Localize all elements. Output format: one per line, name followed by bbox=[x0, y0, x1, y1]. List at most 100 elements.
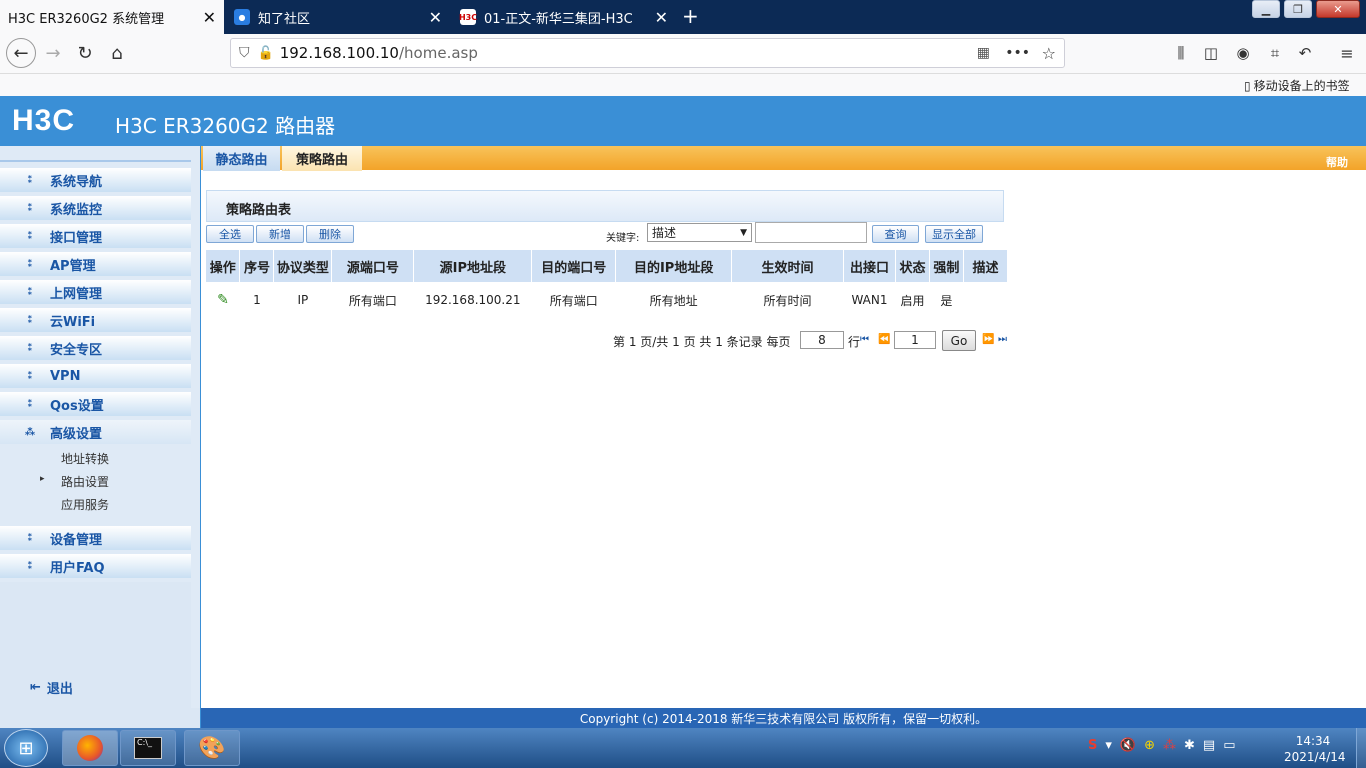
network-tray-icon[interactable]: ⁂ bbox=[1163, 738, 1176, 753]
library-icon[interactable]: ⫼ bbox=[1168, 40, 1194, 66]
bullet-icon: ⁑ bbox=[27, 532, 33, 544]
clock-date: 2021/4/14 bbox=[1284, 750, 1346, 764]
help-link[interactable]: 帮助 bbox=[1326, 154, 1348, 170]
mute-icon[interactable]: 🔇 bbox=[1120, 738, 1136, 753]
qr-code-icon[interactable]: ▦ bbox=[977, 45, 990, 61]
undo-icon[interactable]: ↶ bbox=[1292, 40, 1318, 66]
cmd-taskbar-icon[interactable]: C:\_ bbox=[120, 730, 176, 766]
cell-src-ip: 192.168.100.21 bbox=[425, 293, 521, 307]
bullet-icon: ⁑ bbox=[27, 202, 33, 214]
col-header: 描述 bbox=[963, 250, 1009, 282]
add-button[interactable]: 新增 bbox=[256, 225, 304, 243]
bullet-icon: ⁑ bbox=[27, 398, 33, 410]
close-icon[interactable]: ✕ bbox=[655, 8, 668, 27]
page-input[interactable]: 1 bbox=[894, 331, 936, 349]
per-page-input[interactable]: 8 bbox=[800, 331, 844, 349]
col-header: 源端口号 bbox=[331, 250, 415, 282]
minimize-icon[interactable]: ▁ bbox=[1252, 0, 1280, 18]
chevron-down-icon: ▼ bbox=[740, 227, 747, 238]
sidebar-item-system-monitor[interactable]: ⁑ 系统监控 bbox=[0, 196, 191, 220]
col-header: 出接口 bbox=[843, 250, 896, 282]
current-arrow-icon: ▸ bbox=[40, 474, 45, 484]
go-button[interactable]: Go bbox=[942, 330, 976, 351]
cell-time: 所有时间 bbox=[763, 293, 812, 308]
mobile-bookmarks[interactable]: ▯ 移动设备上的书签 bbox=[1244, 77, 1350, 94]
close-icon[interactable]: ✕ bbox=[203, 8, 216, 27]
policy-route-table: 操作 序号 协议类型 源端口号 源IP地址段 目的端口号 目的IP地址段 生效时… bbox=[206, 250, 1009, 318]
page-actions-icon[interactable]: ••• bbox=[1005, 45, 1030, 61]
logout-link[interactable]: ⇤ 退出 bbox=[30, 678, 73, 697]
query-button[interactable]: 查询 bbox=[872, 225, 919, 243]
browser-tab-router[interactable]: H3C ER3260G2 系统管理 ✕ bbox=[0, 0, 224, 34]
sidebar-subitem-routing[interactable]: 路由设置 bbox=[61, 473, 109, 490]
sidebar-item-internet[interactable]: ⁑ 上网管理 bbox=[0, 280, 191, 304]
col-header: 强制 bbox=[929, 250, 964, 282]
menu-icon[interactable]: ≡ bbox=[1334, 40, 1360, 66]
close-icon[interactable]: ✕ bbox=[429, 8, 442, 27]
col-header: 协议类型 bbox=[273, 250, 333, 282]
sidebar-item-ap[interactable]: ⁑ AP管理 bbox=[0, 252, 191, 276]
sidebar-item-system-nav[interactable]: ⁑ 系统导航 bbox=[0, 168, 191, 192]
start-button-icon[interactable]: ⊞ bbox=[4, 729, 48, 767]
sidebar-item-security[interactable]: ⁑ 安全专区 bbox=[0, 336, 191, 360]
url-bar[interactable]: ⛉ 🔓 192.168.100.10/home.asp ▦ ••• ☆ bbox=[230, 38, 1065, 68]
product-title: H3C ER3260G2 路由器 bbox=[115, 114, 336, 138]
delete-button[interactable]: 删除 bbox=[306, 225, 354, 243]
pagination-summary: 第 1 页/共 1 页 共 1 条记录 每页 bbox=[613, 335, 791, 349]
shield-icon[interactable]: ⛉ bbox=[239, 45, 250, 61]
browser-tab-zhiliao[interactable]: ● 知了社区 ✕ bbox=[226, 0, 450, 34]
show-desktop-button[interactable] bbox=[1356, 728, 1366, 768]
tab-title: 01-正文-新华三集团-H3C bbox=[484, 11, 633, 27]
first-page-icon[interactable]: ⏮ bbox=[860, 334, 869, 345]
forward-icon[interactable]: → bbox=[40, 40, 66, 66]
sogou-input-icon[interactable]: S bbox=[1088, 738, 1097, 753]
device-tray-icon[interactable]: ▤ bbox=[1203, 738, 1215, 753]
palette-icon: 🎨 bbox=[198, 735, 226, 761]
sidebar-item-vpn[interactable]: ⁑ VPN bbox=[0, 364, 191, 388]
sidebar-item-faq[interactable]: ⁑ 用户FAQ bbox=[0, 554, 191, 578]
home-icon[interactable]: ⌂ bbox=[104, 40, 130, 66]
show-all-button[interactable]: 显示全部 bbox=[925, 225, 983, 243]
system-tray: S ▾ 🔇 ⊕ ⁂ ✱ ▤ ▭ bbox=[1088, 738, 1236, 753]
back-icon[interactable]: ← bbox=[6, 38, 36, 68]
sidebar-subitem-nat[interactable]: 地址转换 bbox=[61, 450, 109, 467]
tray-expand-icon[interactable]: ▾ bbox=[1105, 738, 1112, 753]
sidebar-icon[interactable]: ◫ bbox=[1198, 40, 1224, 66]
clock[interactable]: 14:34 2021/4/14 bbox=[1284, 733, 1346, 765]
sidebar: ⁑ 系统导航 ⁑ 系统监控 ⁑ 接口管理 ⁑ AP管理 ⁑ 上网管理 ⁑ 云WiFi ⁑ 安全… bbox=[0, 146, 201, 708]
edit-pencil-icon[interactable]: ✎ bbox=[217, 292, 229, 308]
screenshot-icon[interactable]: ⌗ bbox=[1262, 40, 1288, 66]
sidebar-item-device[interactable]: ⁑ 设备管理 bbox=[0, 526, 191, 550]
browser-tab-h3c-doc[interactable]: H3C 01-正文-新华三集团-H3C ✕ bbox=[452, 0, 676, 34]
reload-icon[interactable]: ↻ bbox=[72, 40, 98, 66]
account-icon[interactable]: ◉ bbox=[1230, 40, 1256, 66]
sidebar-subitem-app-service[interactable]: 应用服务 bbox=[61, 496, 109, 513]
bookmark-star-icon[interactable]: ☆ bbox=[1042, 44, 1056, 63]
maximize-icon[interactable]: ❐ bbox=[1284, 0, 1312, 18]
last-page-icon[interactable]: ⏭ bbox=[998, 334, 1007, 345]
paint-taskbar-icon[interactable]: 🎨 bbox=[184, 730, 240, 766]
zhiliao-favicon-icon: ● bbox=[234, 9, 250, 25]
cmd-window-icon: C:\_ bbox=[134, 737, 162, 759]
prev-page-icon[interactable]: ⏪ bbox=[878, 334, 890, 345]
logout-label: 退出 bbox=[46, 682, 73, 697]
next-page-icon[interactable]: ⏩ bbox=[982, 334, 994, 345]
sidebar-item-qos[interactable]: ⁑ Qos设置 bbox=[0, 392, 191, 416]
sidebar-item-advanced[interactable]: ⁂ 高级设置 bbox=[0, 420, 191, 444]
select-all-button[interactable]: 全选 bbox=[206, 225, 254, 243]
plus-tray-icon[interactable]: ⊕ bbox=[1144, 738, 1155, 753]
section-title: 策略路由表 bbox=[226, 203, 292, 218]
tab-static-route[interactable]: 静态路由 bbox=[203, 146, 280, 171]
keyword-label: 关键字: bbox=[606, 233, 640, 244]
insecure-lock-icon[interactable]: 🔓 bbox=[258, 46, 274, 61]
firefox-taskbar-icon[interactable] bbox=[62, 730, 118, 766]
sidebar-item-interface[interactable]: ⁑ 接口管理 bbox=[0, 224, 191, 248]
notification-icon[interactable]: ▭ bbox=[1223, 738, 1235, 753]
new-tab-icon[interactable]: + bbox=[682, 4, 699, 28]
keyword-input[interactable] bbox=[755, 222, 867, 243]
bluetooth-icon[interactable]: ✱ bbox=[1184, 738, 1195, 753]
sidebar-item-cloud-wifi[interactable]: ⁑ 云WiFi bbox=[0, 308, 191, 332]
window-close-icon[interactable]: ✕ bbox=[1316, 0, 1360, 18]
keyword-select[interactable]: 描述 ▼ bbox=[647, 223, 752, 242]
tab-policy-route[interactable]: 策略路由 bbox=[282, 146, 362, 171]
